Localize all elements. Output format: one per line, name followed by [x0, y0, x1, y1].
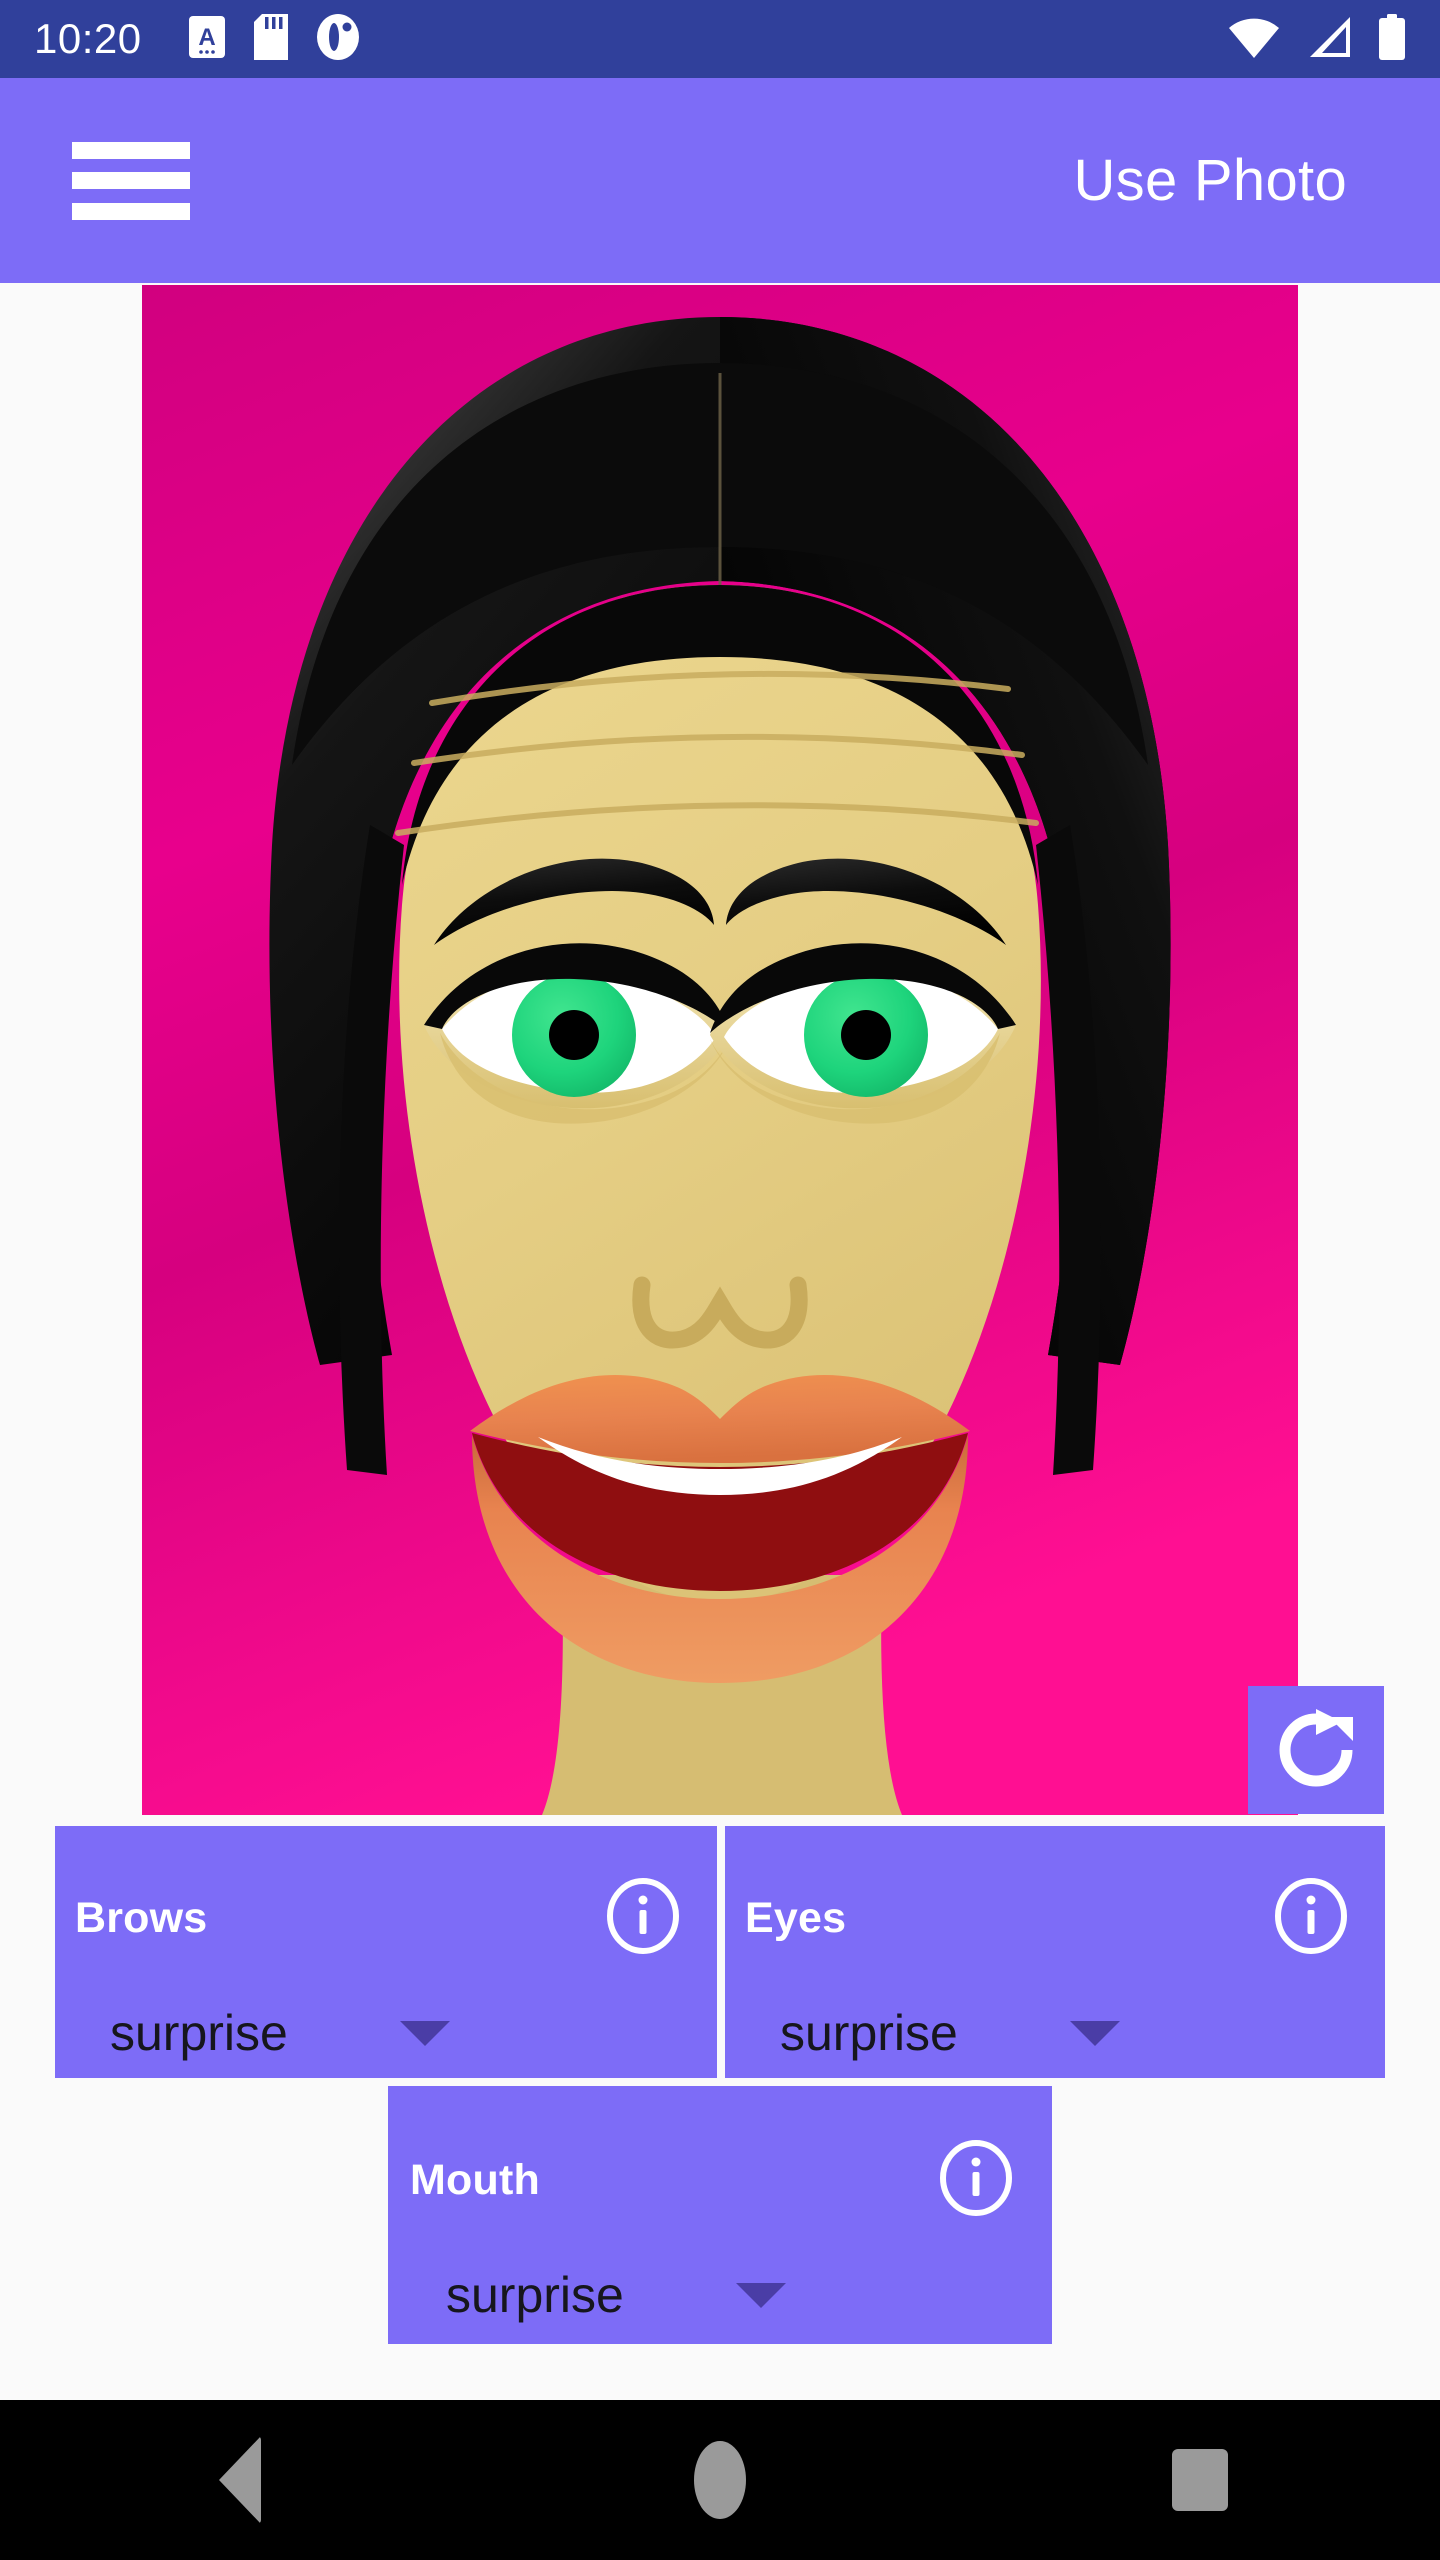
status-bar-system-icons — [1228, 13, 1406, 65]
recents-square-icon — [1172, 2449, 1228, 2511]
android-nav-bar — [0, 2400, 1440, 2560]
app-bar-title: Use Photo — [1073, 148, 1347, 213]
face-photo-canvas[interactable] — [142, 285, 1298, 1815]
dropdown-brows[interactable]: surprise — [110, 2004, 450, 2062]
nav-home-button[interactable] — [620, 2400, 820, 2560]
chevron-down-icon — [1069, 2020, 1120, 2046]
hamburger-menu-icon[interactable] — [72, 141, 190, 220]
hamburger-bar-1 — [72, 141, 190, 159]
info-circle-icon[interactable] — [938, 2140, 1014, 2216]
app-bar: Use Photo — [0, 78, 1440, 283]
hamburger-bar-3 — [72, 202, 190, 220]
info-circle-icon[interactable] — [1273, 1878, 1349, 1954]
pupil-right — [841, 1010, 891, 1060]
pupil-left — [549, 1010, 599, 1060]
wifi-icon — [1228, 16, 1280, 63]
control-panel-brows[interactable]: Brows surprise — [55, 1826, 717, 2078]
battery-icon — [1378, 13, 1406, 65]
svg-text:A: A — [198, 24, 215, 51]
control-panel-eyes[interactable]: Eyes surprise — [725, 1826, 1385, 2078]
control-panel-mouth[interactable]: Mouth surprise — [388, 2086, 1052, 2344]
face-illustration — [142, 285, 1298, 1815]
status-bar-clock: 10:20 — [34, 15, 142, 62]
hamburger-bar-2 — [72, 172, 190, 189]
dropdown-value-mouth: surprise — [446, 2267, 624, 2323]
status-bar-notification-icons: A — [188, 13, 360, 65]
dropdown-value-eyes: surprise — [780, 2005, 958, 2061]
back-triangle-icon — [219, 2436, 261, 2524]
dropdown-eyes[interactable]: surprise — [780, 2004, 1120, 2062]
panel-label-brows: Brows — [75, 1894, 208, 1942]
info-circle-icon[interactable] — [605, 1878, 681, 1954]
panel-label-eyes: Eyes — [745, 1894, 847, 1942]
nav-recents-button[interactable] — [1100, 2400, 1300, 2560]
dropdown-value-brows: surprise — [110, 2005, 288, 2061]
face-controls-row: Brows surprise Eyes surprise — [55, 1826, 1385, 2078]
alarm-a-icon: A — [188, 15, 226, 64]
status-bar: 10:20 A — [0, 0, 1440, 78]
refresh-rotate-icon — [1279, 1709, 1353, 1787]
dropdown-mouth[interactable]: surprise — [446, 2266, 786, 2324]
sd-card-icon — [253, 13, 288, 65]
refresh-photo-button[interactable] — [1248, 1686, 1384, 1814]
app-root: 10:20 A Use Photo Brows surprise Eyes su… — [0, 0, 1440, 2560]
chevron-down-icon — [735, 2282, 786, 2308]
chevron-down-icon — [399, 2020, 450, 2046]
app-notification-icon — [316, 13, 360, 65]
nav-back-button[interactable] — [140, 2400, 340, 2560]
cellular-signal-icon — [1306, 15, 1352, 64]
home-circle-icon — [694, 2441, 746, 2519]
panel-label-mouth: Mouth — [410, 2156, 540, 2204]
